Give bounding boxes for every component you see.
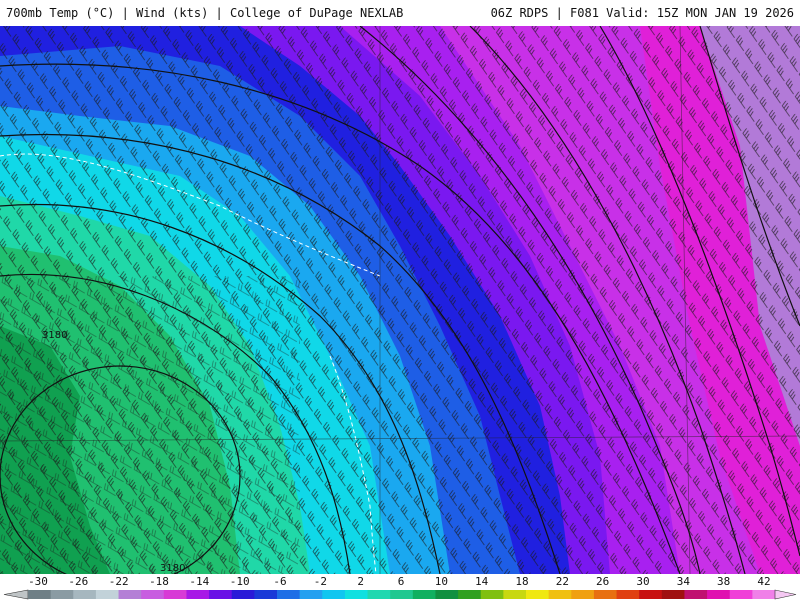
legend-swatch-9	[231, 590, 255, 599]
legend-swatch-13	[322, 590, 346, 599]
legend-tick-17: 38	[717, 575, 731, 588]
legend-arrow-right	[774, 589, 797, 600]
legend-tick-3: -18	[149, 575, 169, 588]
legend-swatch-16	[390, 590, 414, 599]
legend-color-bar	[3, 589, 797, 600]
legend-swatch-23	[548, 590, 572, 599]
legend-swatch-18	[435, 590, 459, 599]
legend-tick-4: -14	[189, 575, 210, 588]
legend-swatch-0	[28, 590, 52, 599]
legend-swatch-10	[254, 590, 278, 599]
legend-swatch-22	[526, 590, 550, 599]
legend-swatch-5	[141, 590, 165, 599]
legend-tick-9: 6	[397, 575, 405, 588]
legend-swatch-15	[367, 590, 391, 599]
legend-tick-13: 22	[555, 575, 569, 588]
legend-swatch-1	[50, 590, 74, 599]
legend-tick-10: 10	[434, 575, 448, 588]
contour-label-2: 3180	[160, 563, 185, 574]
contour-label-1: 3180	[42, 330, 67, 341]
legend-tick-18: 42	[757, 575, 771, 588]
legend-swatch-24	[571, 590, 595, 599]
legend-tick-16: 34	[676, 575, 690, 588]
map-header: 700mb Temp (°C) | Wind (kts) | College o…	[0, 0, 800, 26]
legend-swatch-6	[163, 590, 187, 599]
legend-swatch-8	[209, 590, 233, 599]
legend-tick-1: -26	[68, 575, 89, 588]
legend-swatch-32	[752, 590, 776, 599]
legend-swatch-30	[707, 590, 731, 599]
legend-swatch-21	[503, 590, 527, 599]
legend-swatch-11	[277, 590, 301, 599]
map-title: 700mb Temp (°C) | Wind (kts) | College o…	[6, 6, 404, 20]
legend-swatch-29	[684, 590, 708, 599]
legend-swatch-4	[118, 590, 142, 599]
legend-swatch-26	[616, 590, 640, 599]
legend-tick-2: -22	[108, 575, 129, 588]
legend-swatch-12	[299, 590, 323, 599]
legend-swatch-19	[458, 590, 482, 599]
temperature-legend: -30 -26 -22 -18 -14 -10 -6 -2 2 6 10 14 18 22 26 30 34 38…	[0, 574, 800, 600]
model-run-valid-time: 06Z RDPS | F081 Valid: 15Z MON JAN 19 20…	[490, 6, 794, 20]
legend-tick-12: 18	[515, 575, 529, 588]
legend-tick-0: -30	[28, 575, 48, 588]
legend-swatch-14	[344, 590, 369, 599]
legend-swatch-2	[73, 590, 97, 599]
legend-swatch-20	[480, 590, 504, 599]
legend-swatch-27	[639, 590, 663, 599]
legend-tick-5: -10	[229, 575, 250, 588]
legend-arrow-left	[3, 589, 29, 600]
legend-swatch-25	[593, 590, 618, 599]
legend-swatch-28	[661, 590, 685, 599]
wind-barbs-southwest	[0, 276, 300, 574]
legend-tick-11: 14	[475, 575, 489, 588]
legend-swatch-17	[412, 590, 436, 599]
legend-tick-15: 30	[636, 575, 650, 588]
weather-map: 3180 3180	[0, 26, 800, 574]
legend-tick-8: 2	[357, 575, 364, 588]
legend-tick-7: -2	[313, 575, 327, 588]
legend-tick-6: -6	[273, 575, 287, 588]
legend-swatch-7	[186, 590, 210, 599]
legend-swatch-31	[729, 590, 753, 599]
legend-tick-labels: -30 -26 -22 -18 -14 -10 -6 -2 2 6 10 14 18 22 26 30 34 38…	[0, 575, 800, 588]
legend-tick-14: 26	[596, 575, 610, 588]
legend-swatch-3	[95, 590, 120, 599]
